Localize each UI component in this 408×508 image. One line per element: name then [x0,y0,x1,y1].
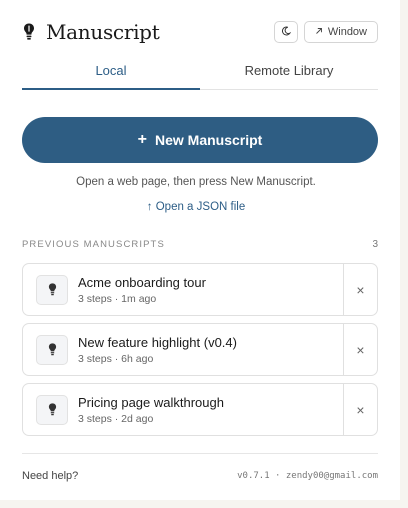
popup-panel: Manuscript Window Local Remote Library +… [0,0,400,500]
footer-divider [22,453,378,454]
manuscript-title: New feature highlight (v0.4) [78,334,237,350]
window-button-label: Window [327,26,367,38]
app-title: Manuscript [46,20,160,44]
previous-manuscripts-header: PREVIOUS MANUSCRIPTS 3 [22,239,378,250]
section-count: 3 [372,239,378,250]
header: Manuscript Window [22,18,378,46]
window-button[interactable]: Window [303,21,378,43]
new-manuscript-button[interactable]: + New Manuscript [22,117,378,163]
list-item: New feature highlight (v0.4) 3 steps · 6… [22,323,378,376]
manuscript-title: Acme onboarding tour [78,274,206,290]
hint-text: Open a web page, then press New Manuscri… [76,176,316,188]
open-json-label: Open a JSON file [155,201,246,213]
bulb-icon [36,334,68,365]
tab-local[interactable]: Local [22,56,200,90]
manuscript-open-area[interactable]: New feature highlight (v0.4) 3 steps · 6… [23,324,343,375]
manuscript-meta: 3 steps · 1m ago [78,292,157,305]
manuscript-title: Pricing page walkthrough [78,394,224,410]
arrow-up-icon: ↑ [146,201,153,213]
bulb-icon [36,274,68,305]
new-manuscript-label: New Manuscript [154,132,263,148]
list-item: Acme onboarding tour 3 steps · 1m ago × [22,263,378,316]
tab-remote-library[interactable]: Remote Library [200,56,378,89]
section-title: PREVIOUS MANUSCRIPTS [22,239,165,250]
bulb-icon [36,394,68,425]
manuscript-meta: 3 steps · 6h ago [78,352,154,365]
moon-icon [281,23,291,41]
manuscript-list: Acme onboarding tour 3 steps · 1m ago × … [22,263,378,443]
manuscript-open-area[interactable]: Pricing page walkthrough 3 steps · 2d ag… [23,384,343,435]
arrow-up-right-icon [315,26,323,38]
version-text: v0.7.1 · zendy00@gmail.com [237,471,378,481]
footer: Need help? v0.7.1 · zendy00@gmail.com [22,470,378,482]
bulb-icon [22,21,36,43]
open-json-link[interactable]: ↑ Open a JSON file [0,201,392,213]
delete-button[interactable]: × [343,384,377,435]
theme-toggle-button[interactable] [273,21,298,43]
manuscript-meta: 3 steps · 2d ago [78,412,154,425]
tab-bar: Local Remote Library [22,56,378,90]
manuscript-open-area[interactable]: Acme onboarding tour 3 steps · 1m ago [23,264,343,315]
list-item: Pricing page walkthrough 3 steps · 2d ag… [22,383,378,436]
delete-button[interactable]: × [343,324,377,375]
help-link[interactable]: Need help? [22,470,78,482]
plus-icon: + [137,131,147,148]
delete-button[interactable]: × [343,264,377,315]
